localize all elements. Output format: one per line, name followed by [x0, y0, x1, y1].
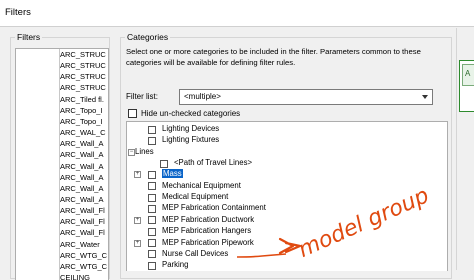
category-tree-item[interactable]: Lighting Fixtures — [162, 135, 219, 145]
filter-list-item[interactable]: ARC_Wall_Fl — [60, 205, 105, 216]
category-tree-label: Mechanical Equipment — [162, 180, 241, 190]
hide-unchecked-label: Hide un-checked categories — [141, 109, 241, 118]
expand-icon[interactable]: + — [134, 239, 141, 247]
filter-list-item[interactable]: ARC_STRUC — [60, 49, 106, 60]
category-tree-label: Lines — [135, 146, 154, 156]
filter-list-item[interactable]: ARC_Topo_I — [60, 105, 103, 116]
right-panel-box: A — [459, 60, 474, 112]
filter-list-item[interactable]: ARC_Wall_Fl — [60, 227, 105, 238]
category-checkbox[interactable] — [148, 250, 156, 259]
category-tree-label: Nurse Call Devices — [162, 248, 229, 258]
category-checkbox[interactable] — [148, 239, 156, 247]
filter-list-item[interactable]: CEILING — [60, 272, 90, 280]
filter-list-item[interactable]: ARC_Wall_Fl — [60, 216, 105, 227]
category-tree-label: MEP Fabrication Containment — [162, 203, 266, 213]
hide-unchecked-checkbox[interactable] — [128, 109, 137, 118]
category-tree-item[interactable]: Lines — [135, 147, 154, 157]
category-tree-item[interactable]: Medical Equipment — [162, 192, 228, 202]
filter-list-item[interactable]: ARC_Water — [60, 239, 100, 250]
category-checkbox[interactable] — [160, 159, 168, 168]
category-tree-label: <Path of Travel Lines> — [174, 158, 253, 168]
category-checkbox[interactable] — [148, 204, 156, 213]
category-checkbox[interactable] — [148, 193, 156, 202]
category-tree-item[interactable]: MEP Fabrication Containment — [162, 203, 266, 213]
expand-icon[interactable]: + — [134, 216, 141, 224]
category-checkbox[interactable] — [148, 125, 156, 134]
category-checkbox[interactable] — [148, 182, 156, 191]
right-panel-letter: A — [465, 69, 471, 78]
category-tree-label: Lighting Devices — [162, 124, 220, 133]
filter-list-label: Filter list: — [126, 92, 158, 101]
category-tree-label: MEP Fabrication Ductwork — [162, 214, 255, 224]
category-tree-item[interactable]: Lighting Devices — [162, 124, 219, 134]
category-checkbox[interactable] — [148, 216, 156, 225]
chevron-down-icon[interactable] — [422, 95, 428, 99]
filter-list-item[interactable]: ARC_Wall_A — [60, 149, 103, 160]
category-tree-label: Mass — [162, 169, 183, 179]
category-tree-item[interactable]: MEP Fabrication Ductwork — [162, 215, 254, 225]
filter-list-value: <multiple> — [184, 92, 221, 101]
filter-list-item[interactable]: ARC_Wall_A — [60, 172, 103, 183]
filters-list[interactable]: ARC_STRUC ARC_STRUC ARC_STRUC ARC_STRUC ARC_… — [15, 48, 109, 280]
filter-list-item[interactable]: ARC_Tiled fl. — [60, 94, 104, 105]
filter-list-item[interactable]: ARC_WTG_C — [60, 250, 107, 261]
category-tree-item[interactable]: Nurse Call Devices — [162, 249, 228, 259]
categories-description: Select one or more categories to be incl… — [126, 47, 421, 67]
filter-list-item[interactable]: ARC_STRUC — [60, 82, 106, 93]
filters-group-label: Filters — [15, 32, 43, 42]
filter-list-item[interactable]: ARC_Wall_A — [60, 138, 103, 149]
filters-group: Filters ARC_STRUC ARC_STRUC ARC_STRUC ARC_S… — [10, 32, 110, 280]
category-tree-label: MEP Fabrication Pipework — [162, 237, 254, 247]
filter-list-item[interactable]: ARC_WTG_C — [60, 261, 107, 272]
filter-list-item[interactable]: ARC_Wall_A — [60, 194, 103, 205]
filter-list-item[interactable]: ARC_STRUC — [60, 71, 106, 82]
category-tree-item[interactable]: Mechanical Equipment — [162, 181, 241, 191]
filter-list-item[interactable]: ARC_STRUC — [60, 60, 106, 71]
category-checkbox[interactable] — [148, 261, 156, 270]
filters-list-gutter — [16, 49, 60, 280]
right-panel: A — [456, 28, 474, 270]
category-tree-label: Medical Equipment — [162, 192, 229, 202]
category-checkbox[interactable] — [148, 170, 156, 179]
categories-group-label: Categories — [125, 32, 171, 42]
window-title: Filters — [5, 7, 31, 18]
title-bar: Filters — [0, 0, 474, 27]
expand-icon[interactable]: + — [134, 171, 141, 179]
filter-list-item[interactable]: ARC_Topo_I — [60, 116, 103, 127]
category-tree-item[interactable]: MEP Fabrication Pipework — [162, 238, 254, 248]
filter-list-item[interactable]: ARC_Wall_A — [60, 183, 103, 194]
category-tree-item[interactable]: Mass — [162, 169, 183, 179]
category-tree-label: Lighting Fixtures — [162, 135, 220, 145]
category-checkbox[interactable] — [148, 227, 156, 236]
category-tree-item[interactable]: <Path of Travel Lines> — [174, 158, 252, 168]
filter-list-item[interactable]: ARC_WAL_C — [60, 127, 106, 138]
filter-list-item[interactable]: ARC_Wall_A — [60, 161, 103, 172]
category-tree-label: Parking — [162, 260, 189, 270]
collapse-icon[interactable]: − — [128, 148, 135, 156]
category-checkbox[interactable] — [148, 136, 156, 145]
category-tree-item[interactable]: MEP Fabrication Hangers — [162, 226, 251, 236]
category-tree-item[interactable]: Parking — [162, 260, 188, 270]
filter-list-dropdown[interactable]: <multiple> — [179, 89, 433, 105]
category-tree-label: MEP Fabrication Hangers — [162, 226, 252, 236]
right-panel-inner: A — [462, 64, 474, 86]
